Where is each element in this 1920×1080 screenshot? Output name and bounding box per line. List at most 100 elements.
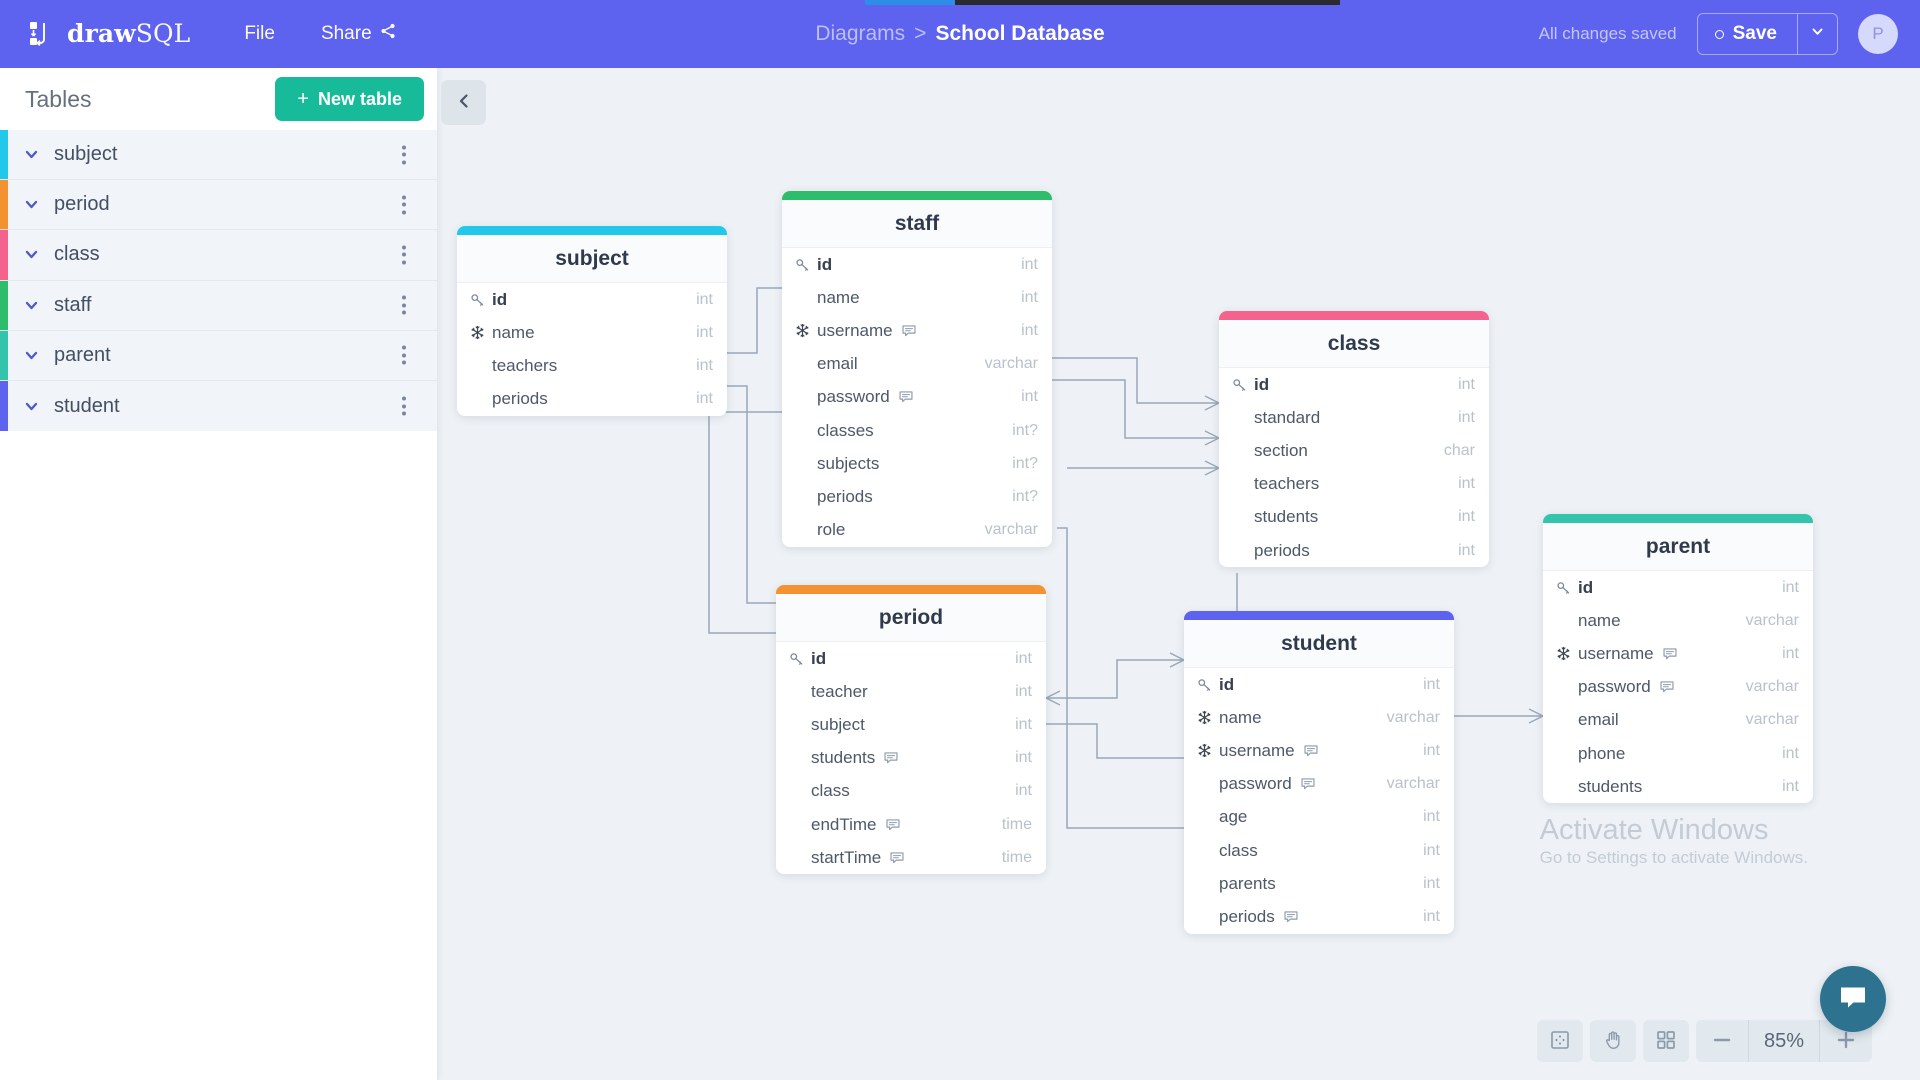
kebab-menu-icon[interactable] <box>397 190 411 219</box>
sidebar-item-staff[interactable]: staff <box>0 280 437 331</box>
kebab-menu-icon[interactable] <box>397 240 411 269</box>
sidebar-collapse-button[interactable] <box>441 80 486 125</box>
menu-item-share[interactable]: Share <box>321 23 396 45</box>
sidebar-item-class[interactable]: class <box>0 230 437 281</box>
chevron-down-icon[interactable] <box>23 398 40 415</box>
new-table-button[interactable]: + New table <box>275 77 424 121</box>
er-table-subject[interactable]: subject id int name int teachers int periods int <box>457 226 727 416</box>
er-field-row[interactable]: id int <box>1543 571 1813 604</box>
fit-screen-button[interactable] <box>1537 1020 1583 1062</box>
field-note-icon[interactable] <box>901 323 917 339</box>
sidebar-item-parent[interactable]: parent <box>0 330 437 381</box>
chat-support-button[interactable] <box>1820 966 1886 1032</box>
zoom-out-button[interactable] <box>1696 1020 1748 1062</box>
field-note-icon[interactable] <box>1659 679 1675 695</box>
er-field-row[interactable]: phone int <box>1543 737 1813 770</box>
er-field-row[interactable]: email varchar <box>782 348 1052 381</box>
er-field-row[interactable]: username int <box>782 314 1052 347</box>
er-field-row[interactable]: periods int <box>1184 900 1454 933</box>
breadcrumb-separator: > <box>914 22 927 45</box>
menu-item-file[interactable]: File <box>244 23 275 45</box>
chevron-down-icon[interactable] <box>23 196 40 213</box>
diagram-canvas[interactable]: subject id int name int teachers int periods int… <box>437 68 1920 1080</box>
er-field-row[interactable]: name int <box>457 316 727 349</box>
page-title[interactable]: School Database <box>935 22 1104 46</box>
er-field-row[interactable]: email varchar <box>1543 704 1813 737</box>
er-field-row[interactable]: name int <box>782 281 1052 314</box>
er-field-row[interactable]: endTime time <box>776 808 1046 841</box>
er-field-row[interactable]: id int <box>1219 368 1489 401</box>
field-note-icon[interactable] <box>883 750 899 766</box>
chevron-down-icon[interactable] <box>23 297 40 314</box>
sidebar-item-subject[interactable]: subject <box>0 130 437 181</box>
er-field-row[interactable]: password varchar <box>1184 768 1454 801</box>
chevron-down-icon[interactable] <box>23 347 40 364</box>
er-table-staff[interactable]: staff id int name int username int email varchar… <box>782 191 1052 547</box>
field-note-icon[interactable] <box>1303 743 1319 759</box>
er-field-row[interactable]: name varchar <box>1184 701 1454 734</box>
er-field-row[interactable]: class int <box>1184 834 1454 867</box>
er-field-row[interactable]: id int <box>457 283 727 316</box>
er-field-row[interactable]: startTime time <box>776 841 1046 874</box>
er-field-row[interactable]: periods int? <box>782 480 1052 513</box>
er-field-row[interactable]: age int <box>1184 801 1454 834</box>
field-note-icon[interactable] <box>1662 646 1678 662</box>
grid-view-button[interactable] <box>1643 1020 1689 1062</box>
er-field-row[interactable]: id int <box>782 248 1052 281</box>
sidebar-item-student[interactable]: student <box>0 380 437 432</box>
er-field-row[interactable]: students int <box>776 742 1046 775</box>
er-table-accent-bar <box>782 191 1052 200</box>
er-field-row[interactable]: password varchar <box>1543 671 1813 704</box>
kebab-menu-icon[interactable] <box>397 341 411 370</box>
breadcrumb-diagrams-link[interactable]: Diagrams <box>815 22 905 46</box>
er-field-row[interactable]: parents int <box>1184 867 1454 900</box>
er-field-row[interactable]: id int <box>1184 668 1454 701</box>
er-table-student[interactable]: student id int name varchar username int passwo… <box>1184 611 1454 934</box>
pan-tool-button[interactable] <box>1590 1020 1636 1062</box>
save-button[interactable]: Save <box>1698 14 1797 54</box>
field-note-icon[interactable] <box>1300 776 1316 792</box>
kebab-menu-icon[interactable] <box>397 140 411 169</box>
field-note-icon[interactable] <box>1283 909 1299 925</box>
er-field-row[interactable]: students int <box>1543 770 1813 803</box>
er-field-row[interactable]: teacher int <box>776 675 1046 708</box>
er-field-row[interactable]: role varchar <box>782 514 1052 547</box>
sidebar-title: Tables <box>25 85 92 112</box>
er-field-row[interactable]: username int <box>1543 637 1813 670</box>
avatar[interactable]: P <box>1858 14 1898 54</box>
kebab-menu-icon[interactable] <box>397 291 411 320</box>
er-field-row[interactable]: subject int <box>776 708 1046 741</box>
er-field-row[interactable]: teachers int <box>1219 468 1489 501</box>
er-field-row[interactable]: standard int <box>1219 401 1489 434</box>
er-table-period[interactable]: period id int teacher int subject int students i… <box>776 585 1046 875</box>
field-note-icon[interactable] <box>885 817 901 833</box>
chevron-down-icon[interactable] <box>23 146 40 163</box>
er-field-row[interactable]: students int <box>1219 501 1489 534</box>
sidebar-item-period[interactable]: period <box>0 180 437 231</box>
er-field-row[interactable]: periods int <box>1219 534 1489 567</box>
er-field-row[interactable]: name varchar <box>1543 604 1813 637</box>
er-table-parent[interactable]: parent id int name varchar username int passwor… <box>1543 514 1813 804</box>
zoom-level-label[interactable]: 85% <box>1748 1020 1820 1062</box>
er-field-row[interactable]: teachers int <box>457 349 727 382</box>
er-field-row[interactable]: subjects int? <box>782 447 1052 480</box>
er-field-row[interactable]: username int <box>1184 734 1454 767</box>
er-field-row[interactable]: periods int <box>457 383 727 416</box>
field-note-icon[interactable] <box>889 850 905 866</box>
er-table-class[interactable]: class id int standard int section char teachers… <box>1219 311 1489 568</box>
er-field-type: varchar <box>984 521 1038 539</box>
er-field-type: int <box>696 323 713 341</box>
app-logo[interactable]: drawSQL <box>26 19 190 49</box>
save-circle-icon <box>1714 29 1724 39</box>
er-field-row[interactable]: id int <box>776 642 1046 675</box>
er-field-row[interactable]: password int <box>782 381 1052 414</box>
chevron-left-icon <box>455 92 473 113</box>
er-field-row[interactable]: class int <box>776 775 1046 808</box>
field-note-icon[interactable] <box>898 389 914 405</box>
er-field-type: int? <box>1012 454 1038 472</box>
er-field-row[interactable]: section char <box>1219 434 1489 467</box>
kebab-menu-icon[interactable] <box>397 392 411 421</box>
er-field-row[interactable]: classes int? <box>782 414 1052 447</box>
save-dropdown-button[interactable] <box>1797 14 1837 54</box>
chevron-down-icon[interactable] <box>23 246 40 263</box>
